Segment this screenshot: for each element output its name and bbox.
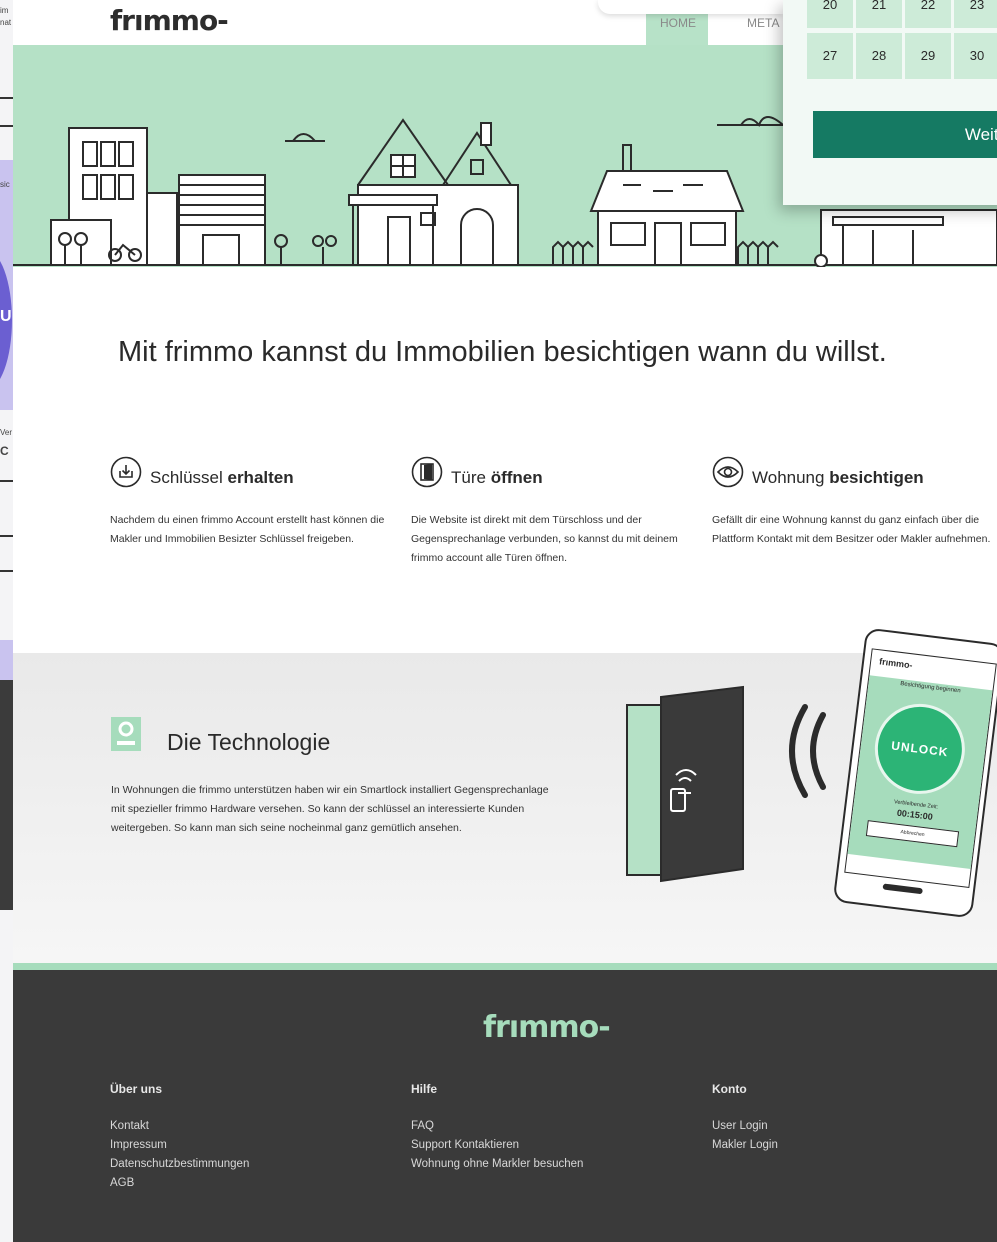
calendar-day[interactable]: 21 bbox=[856, 0, 902, 28]
calendar-day[interactable]: 27 bbox=[807, 33, 853, 79]
nav-home[interactable]: HOME bbox=[646, 14, 708, 45]
calendar-day[interactable]: 23 bbox=[954, 0, 997, 28]
footer-column-account: Konto User Login Makler Login bbox=[712, 1082, 778, 1155]
footer-link-makler-login[interactable]: Makler Login bbox=[712, 1136, 778, 1155]
footer-link-visit-without-agent[interactable]: Wohnung ohne Markler besuchen bbox=[411, 1155, 583, 1174]
signal-waves-icon bbox=[789, 704, 826, 798]
background-divider bbox=[0, 125, 13, 127]
feature-title: Wohnung besichtigen bbox=[752, 468, 924, 488]
calendar-day[interactable]: 20 bbox=[807, 0, 853, 28]
footer-heading: Hilfe bbox=[411, 1082, 438, 1096]
background-divider bbox=[0, 570, 13, 572]
footer-heading: Über uns bbox=[110, 1082, 163, 1096]
calendar-day[interactable]: 29 bbox=[905, 33, 951, 79]
background-text: nat bbox=[0, 18, 12, 27]
feature-title-bold: öffnen bbox=[490, 468, 543, 487]
footer-link-datenschutz[interactable]: Datenschutzbestimmungen bbox=[110, 1155, 249, 1174]
site-footer: frımmo- Über uns Kontakt Impressum Daten… bbox=[13, 963, 997, 1242]
technology-text: In Wohnungen die frimmo unterstützen hab… bbox=[111, 784, 549, 834]
background-divider bbox=[0, 535, 13, 537]
feature-title-light: Schlüssel bbox=[150, 468, 228, 487]
background-divider bbox=[0, 97, 13, 99]
calendar-next-button[interactable]: Weite bbox=[813, 111, 997, 158]
background-divider bbox=[0, 480, 13, 482]
page-headline: Mit frimmo kannst du Immobilien besichti… bbox=[118, 336, 887, 368]
feature-title-bold: erhalten bbox=[227, 468, 294, 487]
door-icon bbox=[411, 456, 443, 488]
background-text: im bbox=[0, 6, 9, 15]
technology-section: Die Technologie In Wohnungen die frimmo … bbox=[13, 627, 997, 963]
background-text: U bbox=[0, 308, 12, 325]
feature-text: Die Website ist direkt mit dem Türschlos… bbox=[411, 514, 678, 564]
background-text: Ver bbox=[0, 428, 13, 437]
eye-icon bbox=[712, 456, 744, 488]
technology-title: Die Technologie bbox=[167, 729, 331, 755]
feature-title: Türe öffnen bbox=[451, 468, 543, 488]
footer-link-faq[interactable]: FAQ bbox=[411, 1117, 583, 1136]
background-text: C bbox=[0, 444, 9, 458]
calendar-next-label: Weite bbox=[964, 125, 997, 144]
footer-link-user-login[interactable]: User Login bbox=[712, 1117, 778, 1136]
site-logo[interactable]: frımmo- bbox=[110, 4, 229, 37]
calendar-day[interactable]: 28 bbox=[856, 33, 902, 79]
calendar-day[interactable]: 30 bbox=[954, 33, 997, 79]
footer-link-impressum[interactable]: Impressum bbox=[110, 1136, 249, 1155]
footer-heading: Konto bbox=[712, 1082, 747, 1096]
nav-meta-label: META bbox=[747, 16, 780, 30]
phone-app-logo: frımmo- bbox=[878, 656, 914, 671]
feature-title-light: Wohnung bbox=[752, 468, 830, 487]
feature-text: Nachdem du einen frimmo Account erstellt… bbox=[110, 514, 385, 545]
lock-logo-icon bbox=[111, 717, 141, 751]
calendar-day[interactable]: 22 bbox=[905, 0, 951, 28]
feature-title: Schlüssel erhalten bbox=[150, 468, 294, 488]
calendar-popup: 20 21 22 23 27 28 29 30 Weite bbox=[783, 0, 997, 205]
background-window-edge: im nat sic U Ver C bbox=[0, 0, 13, 1242]
key-download-icon bbox=[110, 456, 142, 488]
smartphone-illustration: frımmo- Besichtigung beginnen UNLOCK Ver… bbox=[832, 627, 997, 919]
footer-link-agb[interactable]: AGB bbox=[110, 1174, 249, 1193]
background-window-fragment bbox=[598, 0, 783, 14]
feature-title-bold: besichtigen bbox=[829, 468, 924, 487]
footer-link-kontakt[interactable]: Kontakt bbox=[110, 1117, 249, 1136]
background-dark-panel bbox=[0, 680, 13, 910]
footer-column-help: Hilfe FAQ Support Kontaktieren Wohnung o… bbox=[411, 1082, 583, 1174]
feature-text: Gefällt dir eine Wohnung kannst du ganz … bbox=[712, 514, 991, 545]
background-text: sic bbox=[0, 180, 10, 189]
open-door-illustration bbox=[626, 685, 744, 883]
feature-title-light: Türe bbox=[451, 468, 491, 487]
nav-home-label: HOME bbox=[660, 16, 696, 30]
footer-column-about: Über uns Kontakt Impressum Datenschutzbe… bbox=[110, 1082, 249, 1193]
footer-logo: frımmo- bbox=[483, 1010, 611, 1045]
background-panel-lower bbox=[0, 640, 13, 680]
footer-link-support[interactable]: Support Kontaktieren bbox=[411, 1136, 583, 1155]
